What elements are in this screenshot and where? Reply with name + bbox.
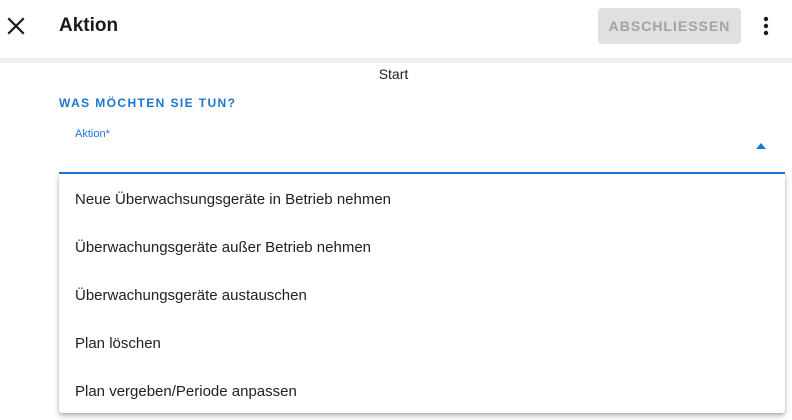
select-label: Aktion* [75, 128, 110, 140]
top-app-bar: Aktion ABSCHLIESSEN [0, 0, 792, 58]
finish-button[interactable]: ABSCHLIESSEN [598, 8, 741, 44]
menu-item-delete-plan[interactable]: Plan löschen [59, 319, 785, 367]
menu-item-assign-plan[interactable]: Plan vergeben/Periode anpassen [59, 367, 785, 415]
app-window: Aktion ABSCHLIESSEN Start WAS MÖCHTEN SI… [0, 0, 792, 420]
more-vert-icon [763, 16, 769, 36]
arrow-up-icon [756, 143, 766, 149]
menu-item-commission-devices[interactable]: Neue Überwachsungsgeräte in Betrieb nehm… [59, 175, 785, 223]
page-title: Aktion [59, 15, 119, 36]
menu-item-decommission-devices[interactable]: Überwachungsgeräte außer Betrieb nehmen [59, 223, 785, 271]
section-heading: WAS MÖCHTEN SIE TUN? [59, 96, 237, 110]
dropdown-menu: Neue Überwachsungsgeräte in Betrieb nehm… [59, 174, 785, 413]
close-icon [7, 17, 25, 35]
step-label: Start [378, 66, 409, 82]
more-options-button[interactable] [754, 14, 778, 38]
menu-item-replace-devices[interactable]: Überwachungsgeräte austauschen [59, 271, 785, 319]
close-button[interactable] [4, 14, 28, 38]
action-select[interactable]: Aktion* [59, 124, 785, 174]
header-divider [0, 58, 792, 63]
